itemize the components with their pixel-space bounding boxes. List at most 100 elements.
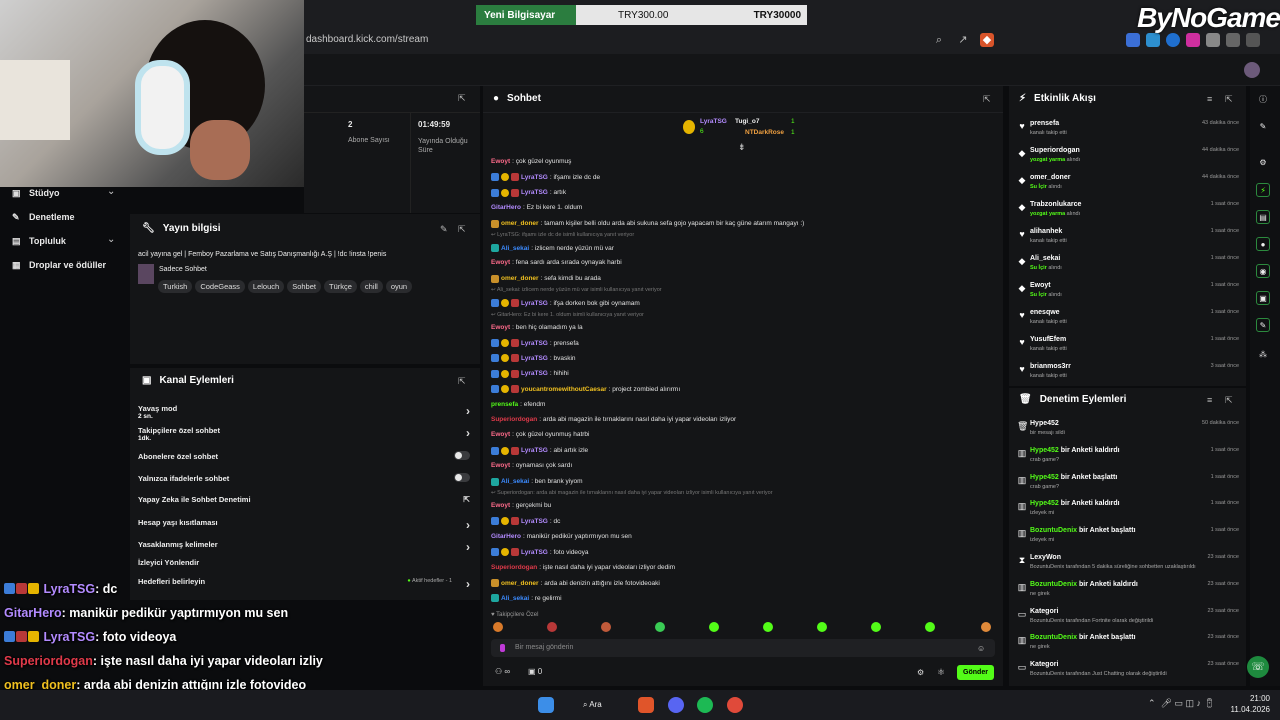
activity-user[interactable]: Trabzonlukarce (1030, 201, 1081, 208)
tag-chip[interactable]: Turkish (158, 280, 193, 293)
tag-chip[interactable]: Sohbet (287, 280, 321, 293)
chat-icon[interactable]: ● (1256, 237, 1270, 251)
emote[interactable] (925, 622, 935, 632)
zoom-icon[interactable]: ⌕ (932, 33, 946, 47)
chat-username[interactable]: Superiordogan (491, 564, 537, 571)
emote[interactable] (817, 622, 827, 632)
help-button[interactable]: ☏ (1247, 656, 1269, 678)
chat-username[interactable]: Ali_sekai (501, 478, 529, 485)
emote[interactable] (655, 622, 665, 632)
chat-username[interactable]: Ewoyt (491, 502, 510, 509)
ai-moderation-row[interactable]: Yapay Zeka ile Sohbet Denetimi ⇱ (138, 495, 472, 504)
filter-icon[interactable]: ≡ (1207, 94, 1212, 104)
apps-icon[interactable]: ⁂ (1256, 348, 1270, 362)
emote[interactable] (871, 622, 881, 632)
translate-icon[interactable] (1126, 33, 1140, 47)
emote[interactable] (981, 622, 991, 632)
activity-user[interactable]: alihanhek (1030, 228, 1062, 235)
tag-chip[interactable]: oyun (385, 280, 413, 293)
chat-username[interactable]: omer_doner (501, 275, 539, 282)
bot-icon[interactable]: ⚛ (937, 667, 945, 678)
chat-username[interactable]: LyraTSG (521, 355, 548, 362)
avatar[interactable] (1244, 62, 1260, 78)
emote-only-row[interactable]: Yalnızca ifadelerle sohbet (138, 473, 472, 483)
trash-icon[interactable]: ▤ (1256, 210, 1270, 224)
chat-username[interactable]: omer_doner (501, 220, 539, 227)
activity-user[interactable]: prensefa (1030, 120, 1059, 127)
chevron-down-icon[interactable]: ⌄ (107, 186, 115, 197)
sidebar-item-moderation[interactable]: ✎ Denetleme (12, 212, 75, 222)
activity-user[interactable]: Ewoyt (1030, 282, 1051, 289)
sidebar-item-studio[interactable]: ▣ Stüdyo (12, 188, 60, 198)
share-icon[interactable]: ↗ (956, 33, 970, 47)
stats-icon[interactable]: ▣ (1256, 291, 1270, 305)
chat-username[interactable]: Ewoyt (491, 431, 510, 438)
chat-username[interactable]: GitarHero (491, 204, 521, 211)
chat-username[interactable]: LyraTSG (521, 189, 548, 196)
spotify-icon[interactable] (697, 697, 713, 713)
sidebar-item-community[interactable]: ▤ Topluluk (12, 236, 66, 246)
emote[interactable] (601, 622, 611, 632)
extension-icon[interactable] (1166, 33, 1180, 47)
expand-leaderboard-icon[interactable]: ⇟ (738, 142, 746, 153)
pen-icon[interactable]: ✎ (1256, 120, 1270, 134)
sidebar-icon[interactable] (1226, 33, 1240, 47)
chat-username[interactable]: Ali_sekai (501, 595, 529, 602)
puzzle-icon[interactable] (1206, 33, 1220, 47)
account-age-row[interactable]: Hesap yaşı kısıtlaması › (138, 518, 472, 532)
brave-shield-icon[interactable]: ◆ (980, 33, 994, 47)
emote[interactable] (547, 622, 557, 632)
chat-username[interactable]: LyraTSG (521, 518, 548, 525)
chat-username[interactable]: Ewoyt (491, 259, 510, 266)
extension-icon[interactable] (1146, 33, 1160, 47)
tag-chip[interactable]: CodeGeass (195, 280, 245, 293)
followers-only-row[interactable]: Takipçilere özel sohbet 1dk. › (138, 426, 472, 442)
clock[interactable]: 21:00 11.04.2026 (1226, 693, 1270, 715)
activity-user[interactable]: omer_doner (1030, 174, 1070, 181)
popout-icon[interactable]: ⇱ (458, 224, 466, 235)
tag-chip[interactable]: chill (359, 280, 383, 293)
subscribers-only-row[interactable]: Abonelere özel sohbet (138, 451, 472, 461)
chat-username[interactable]: LyraTSG (521, 370, 548, 377)
extension-icon[interactable] (1186, 33, 1200, 47)
activity-user[interactable]: Ali_sekai (1030, 255, 1060, 262)
chat-username[interactable]: GitarHero (491, 533, 521, 540)
tray-icons[interactable]: ⌃ 🎤︎ ▭ ◫ ♪ 🔋︎ (1148, 698, 1215, 709)
activity-user[interactable]: brianmos3rr (1030, 363, 1071, 370)
popout-icon[interactable]: ⇱ (458, 93, 466, 104)
chat-username[interactable]: Ewoyt (491, 324, 510, 331)
chat-username[interactable]: LyraTSG (521, 174, 548, 181)
subscribers-only-toggle[interactable] (454, 451, 470, 460)
popout-icon[interactable]: ⇱ (1225, 395, 1233, 406)
chat-username[interactable]: youcantromewithoutCaesar (521, 386, 607, 393)
banned-words-row[interactable]: Yasaklanmış kelimeler › (138, 540, 472, 554)
chat-username[interactable]: LyraTSG (521, 340, 548, 347)
settings-icon[interactable]: ⚙ (917, 668, 924, 677)
chat-username[interactable]: LyraTSG (521, 447, 548, 454)
brave-icon[interactable] (638, 697, 654, 713)
activity-user[interactable]: YusufEfem (1030, 336, 1066, 343)
activity-user[interactable]: enesqwe (1030, 309, 1060, 316)
chat-username[interactable]: Ewoyt (491, 158, 510, 165)
settings-icon[interactable]: ⚙ (1256, 156, 1270, 170)
info-icon[interactable]: ⓘ (1256, 93, 1270, 107)
chat-username[interactable]: LyraTSG (521, 549, 548, 556)
emote[interactable] (709, 622, 719, 632)
sidebar-item-drops[interactable]: ▦ Droplar ve ödüller (12, 260, 106, 270)
points-icon[interactable]: ⚇ ∞ (495, 667, 510, 676)
windows-start-icon[interactable] (538, 697, 554, 713)
chat-username[interactable]: LyraTSG (521, 300, 548, 307)
emote-picker-icon[interactable]: ☺ (977, 644, 985, 653)
chat-username[interactable]: Superiordogan (491, 416, 537, 423)
emote-only-toggle[interactable] (454, 473, 470, 482)
app-icon[interactable] (727, 697, 743, 713)
slow-mode-row[interactable]: Yavaş mod 2 sn. › (138, 404, 472, 420)
chat-username[interactable]: prensefa (491, 401, 518, 408)
address-bar[interactable]: dashboard.kick.com/stream (300, 29, 1000, 51)
taskbar-search[interactable]: ⌕ Ara (583, 700, 602, 710)
chat-username[interactable]: omer_doner (501, 580, 539, 587)
raid-row[interactable]: İzleyici Yönlendir (138, 558, 472, 567)
popout-icon[interactable]: ⇱ (1225, 94, 1233, 105)
tag-chip[interactable]: Türkçe (323, 280, 357, 293)
emote[interactable] (763, 622, 773, 632)
